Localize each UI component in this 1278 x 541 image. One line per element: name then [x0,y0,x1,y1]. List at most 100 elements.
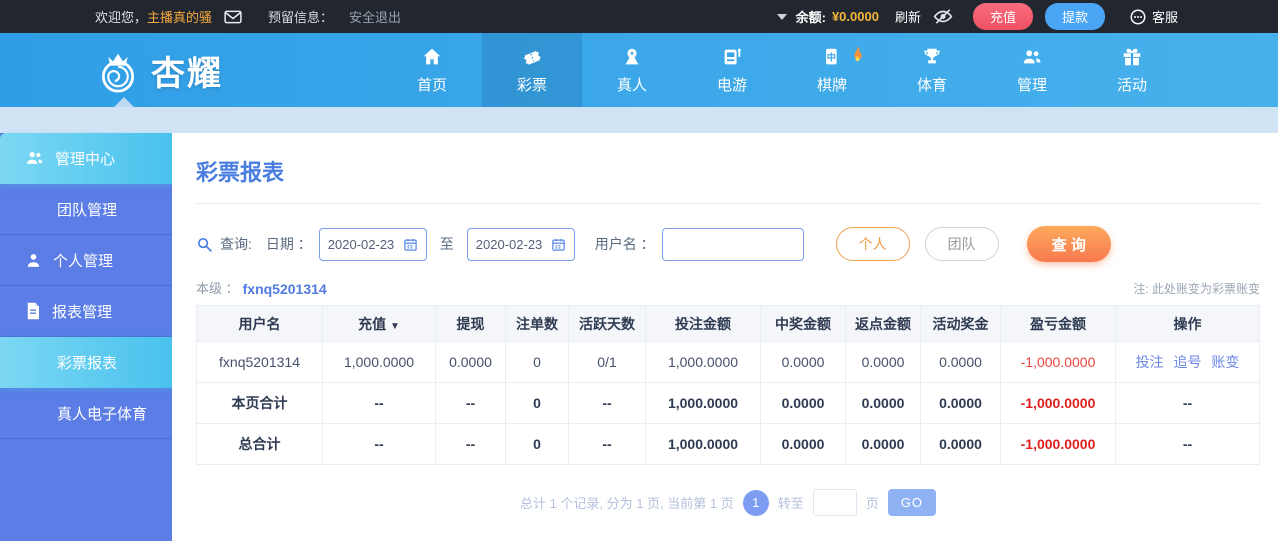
cell-profit-loss: -1,000.0000 [1000,341,1116,383]
chevron-down-icon[interactable] [776,13,787,20]
nav-item-label: 彩票 [516,76,547,94]
goto-page-input[interactable] [812,489,857,516]
cell-bet-count: 0 [505,341,569,383]
cell-bet-count: 0 [505,382,569,424]
svg-text:中: 中 [827,51,836,62]
cell-activity-bonus: 0.0000 [920,423,1001,465]
nav-item-label: 活动 [1116,76,1147,94]
live-dealer-icon [621,46,643,68]
cell-bet-amount: 1,000.0000 [645,341,761,383]
cell-win-amount: 0.0000 [760,341,846,383]
bet-detail-link[interactable]: 投注 [1136,354,1164,370]
current-page-button[interactable]: 1 [742,489,769,516]
goto-label: 转至 [777,496,804,511]
main-navbar: 杏耀 首页 彩票 真人 电游 中 棋牌 体育 管理 活动 [0,33,1278,117]
topbar: 欢迎您， 主播真的骚 预留信息： 安全退出 余额: ¥0.0000 刷新 充值 … [0,0,1278,33]
team-scope-button[interactable]: 团队 [924,227,999,261]
brand-name: 杏耀 [151,54,223,93]
nav-item-egames[interactable]: 电游 [682,33,782,107]
date-to-value: 2020-02-23 [475,236,543,252]
username-label: 用户名 ： [594,236,655,252]
search-icon [196,236,213,253]
crown-emblem-icon [101,53,135,93]
username-text: 主播真的骚 [147,10,213,25]
nav-item-label: 棋牌 [816,76,847,94]
username-input[interactable] [661,227,804,261]
service-label: 客服 [1151,10,1178,25]
cell-bet-amount: 1,000.0000 [645,382,761,424]
withdraw-button[interactable]: 提款 [1044,3,1105,30]
cell-profit-loss: -1,000.0000 [1000,382,1116,424]
calendar-icon[interactable] [551,237,566,252]
chase-number-link[interactable]: 追号 [1174,354,1202,370]
brand-logo[interactable]: 杏耀 [92,44,223,96]
mail-icon[interactable] [224,10,242,24]
personal-scope-button[interactable]: 个人 [835,227,910,261]
logout-link[interactable]: 安全退出 [349,7,401,26]
sidebar-item-team-manage[interactable]: 团队管理 [0,184,172,235]
customer-service-button[interactable]: 客服 [1129,7,1178,26]
col-bet-count: 注单数 [505,305,569,342]
nav-item-manage[interactable]: 管理 [982,33,1082,107]
col-profit-loss: 盈亏金额 [1000,305,1116,342]
sidebar-item-personal-manage[interactable]: 个人管理 [0,235,172,286]
pagination-summary: 总计 1 个记录, 分为 1 页, 当前第 1 页 [519,496,734,511]
sidebar-item-label: 个人管理 [53,252,114,270]
nav-item-label: 电游 [716,76,747,94]
chat-icon [1130,9,1146,24]
page-body: 管理中心 团队管理 个人管理 报表管理 彩票报表 真人电子体育 彩票报表 查询:… [0,107,1278,541]
sidebar: 管理中心 团队管理 个人管理 报表管理 彩票报表 真人电子体育 [0,133,172,541]
nav-item-sports[interactable]: 体育 [882,33,982,107]
nav-item-label: 真人 [616,76,647,94]
nav-item-label: 管理 [1016,76,1047,94]
cell-label: 总合计 [196,423,323,465]
account-change-link[interactable]: 账变 [1211,354,1239,370]
sidebar-item-label: 团队管理 [57,201,118,219]
nav-item-live[interactable]: 真人 [582,33,682,107]
calendar-icon[interactable] [403,237,418,252]
date-to-input[interactable]: 2020-02-23 [466,227,575,261]
slot-machine-icon [721,46,743,68]
eye-slash-icon[interactable] [933,8,953,25]
nav-item-home[interactable]: 首页 [382,33,482,107]
sidebar-item-lottery-report[interactable]: 彩票报表 [0,337,172,388]
home-icon [421,46,443,68]
cell-activity-bonus: 0.0000 [920,382,1001,424]
pagination: 总计 1 个记录, 分为 1 页, 当前第 1 页 1 转至 页 GO [196,489,1260,516]
table-row: fxnq5201314 1,000.0000 0.0000 0 0/1 1,00… [196,341,1260,383]
cell-active-days: -- [568,423,646,465]
col-activity-bonus: 活动奖金 [920,305,1001,342]
sidebar-item-label: 彩票报表 [57,355,118,372]
cell-profit-loss: -1,000.0000 [1000,423,1116,465]
recharge-button[interactable]: 充值 [972,3,1033,30]
sidebar-item-report-manage[interactable]: 报表管理 [0,286,172,337]
mahjong-tile-icon: 中 [821,46,843,68]
refresh-button[interactable]: 刷新 [895,7,921,26]
col-recharge-sortable[interactable]: 充值 ▼ [322,305,436,342]
search-button[interactable]: 查 询 [1026,226,1111,262]
sidebar-item-live-esports[interactable]: 真人电子体育 [0,388,172,439]
content-panel: 彩票报表 查询: 日期 ： 2020-02-23 至 2020-02-23 用户… [172,133,1278,541]
nav-item-label: 体育 [916,76,947,94]
sidebar-item-manage-center[interactable]: 管理中心 [0,133,172,184]
search-toolbar: 查询: 日期 ： 2020-02-23 至 2020-02-23 用户名 ： 个… [196,226,1260,262]
level-label: 本级 ： [196,281,239,296]
cell-withdraw: -- [435,423,506,465]
go-button[interactable]: GO [887,489,937,516]
nav-item-lottery[interactable]: 彩票 [482,33,582,107]
cell-withdraw: 0.0000 [435,341,506,383]
nav-item-activity[interactable]: 活动 [1082,33,1182,107]
nav-item-boardgames[interactable]: 中 棋牌 [782,33,882,107]
reserved-info-label: 预留信息： [268,10,334,25]
level-username-link[interactable]: fxnq5201314 [243,281,327,297]
col-withdraw: 提现 [435,305,506,342]
level-row: 本级 ： fxnq5201314 注: 此处账变为彩票账变 [196,278,1260,297]
grand-total-row: 总合计 -- -- 0 -- 1,000.0000 0.0000 0.0000 … [196,423,1260,465]
date-from-input[interactable]: 2020-02-23 [318,227,427,261]
balance-label: 余额: [795,10,826,25]
cell-actions: -- [1115,382,1260,424]
page-title: 彩票报表 [196,160,285,185]
col-username: 用户名 [196,305,323,342]
nav-menu: 首页 彩票 真人 电游 中 棋牌 体育 管理 活动 [382,33,1182,107]
trophy-icon [921,46,943,68]
